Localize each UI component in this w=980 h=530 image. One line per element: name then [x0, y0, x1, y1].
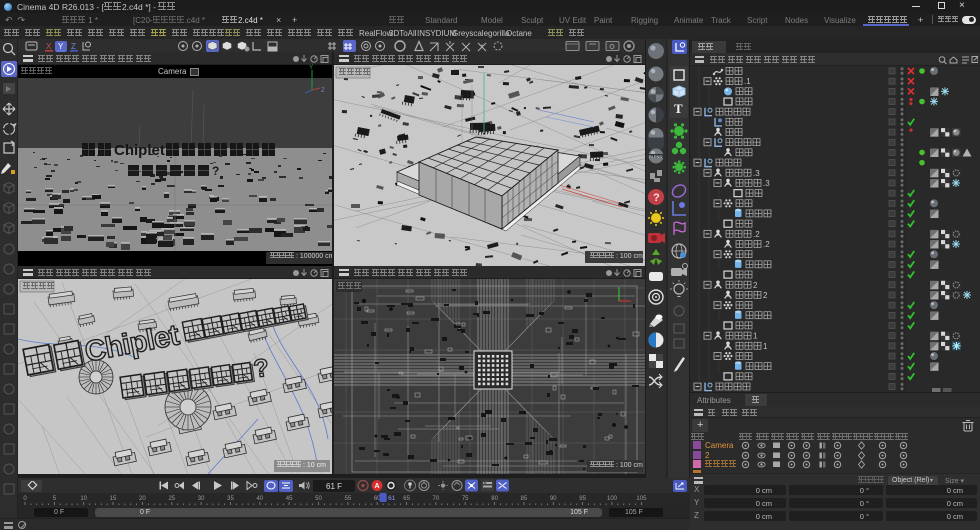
- svg-text:100: 100: [607, 496, 618, 502]
- svg-text:90: 90: [550, 496, 557, 502]
- svg-text:50: 50: [315, 496, 322, 502]
- svg-text:?: ?: [653, 192, 660, 204]
- svg-text:Z: Z: [321, 88, 325, 94]
- svg-text:X: X: [46, 42, 52, 51]
- svg-text:?: ?: [212, 164, 219, 178]
- svg-text:0: 0: [23, 496, 27, 502]
- svg-text:95: 95: [579, 496, 586, 502]
- svg-text:Y: Y: [309, 64, 314, 71]
- svg-text:A: A: [375, 483, 380, 490]
- svg-text:15: 15: [110, 496, 117, 502]
- svg-text:Chiplet: Chiplet: [114, 142, 165, 159]
- svg-text:20: 20: [139, 496, 146, 502]
- svg-text:80: 80: [491, 496, 498, 502]
- svg-text:.2: .2: [763, 240, 770, 249]
- svg-text:2: 2: [753, 281, 758, 290]
- svg-text:105: 105: [636, 496, 647, 502]
- svg-text:55: 55: [345, 496, 352, 502]
- svg-text:BLEND: BLEND: [649, 154, 662, 159]
- svg-text:1: 1: [753, 332, 758, 341]
- svg-text:65: 65: [403, 496, 410, 502]
- svg-text:1: 1: [763, 342, 768, 351]
- svg-text:T: T: [674, 101, 683, 116]
- svg-text:5: 5: [53, 496, 57, 502]
- svg-text:Z: Z: [71, 42, 76, 51]
- svg-text:35: 35: [227, 496, 234, 502]
- svg-text:61: 61: [388, 495, 396, 502]
- svg-text:45: 45: [286, 496, 293, 502]
- svg-text:.3: .3: [753, 169, 760, 178]
- svg-text:Y: Y: [58, 42, 64, 51]
- svg-text:40: 40: [256, 496, 263, 502]
- svg-text:2: 2: [763, 291, 768, 300]
- svg-text:.1: .1: [744, 77, 751, 86]
- svg-text:70: 70: [433, 496, 440, 502]
- svg-text:30: 30: [198, 496, 205, 502]
- svg-text:85: 85: [521, 496, 528, 502]
- svg-text:75: 75: [462, 496, 469, 502]
- svg-text:10: 10: [80, 496, 87, 502]
- svg-text:.3: .3: [763, 179, 770, 188]
- svg-text:.2: .2: [753, 230, 760, 239]
- svg-text:25: 25: [168, 496, 175, 502]
